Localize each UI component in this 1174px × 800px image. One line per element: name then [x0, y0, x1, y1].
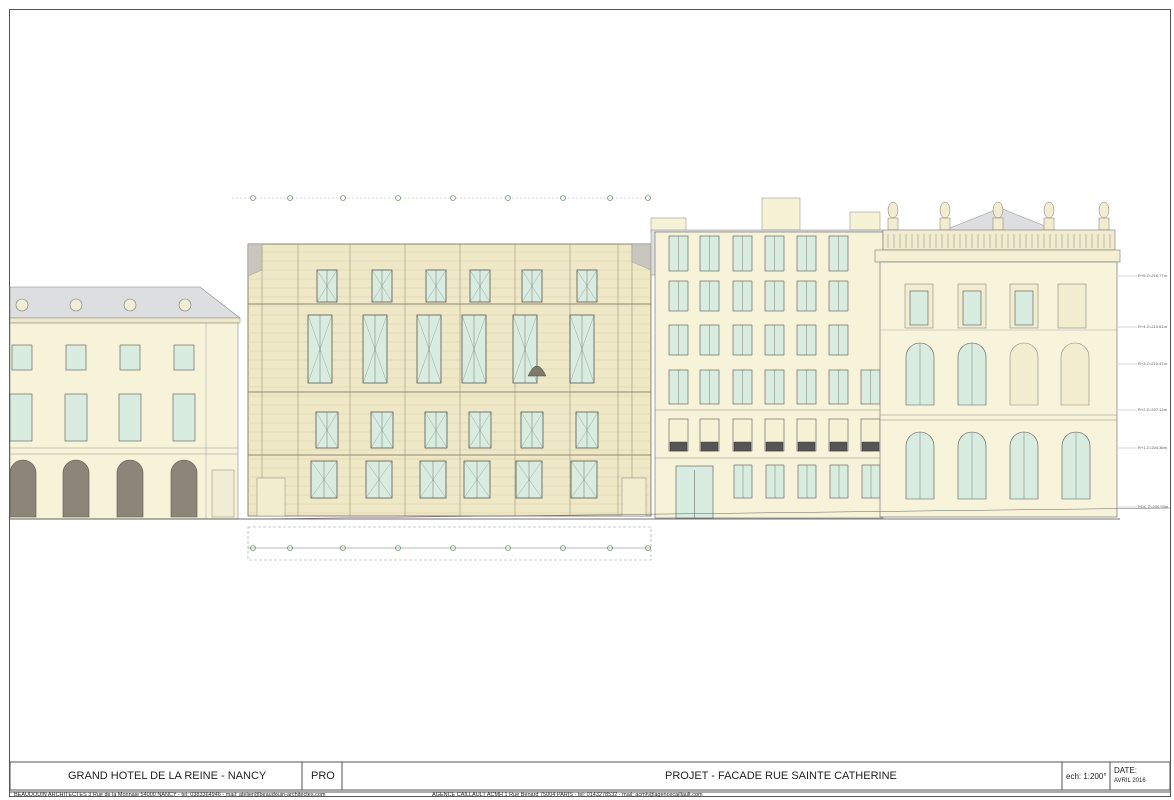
- sheet-title: PROJET - FACADE RUE SAINTE CATHERINE: [665, 770, 897, 782]
- level-label-r3: R+3 Z=210.47m: [1138, 361, 1167, 366]
- statue: [939, 201, 951, 219]
- left-building: [9, 286, 241, 520]
- drawing-sheet: GRAND HOTEL DE LA REINE - NANCY PRO PROJ…: [0, 0, 1174, 800]
- statue: [1043, 201, 1055, 219]
- architect-credit-1: BEAUDOUIN ARCHITECTES 3 Rue de la Monnai…: [14, 792, 326, 798]
- level-label-r5: R+5 Z=218.77m: [1138, 273, 1167, 278]
- level-label-rdc: RDC Z=200.93m: [1138, 504, 1169, 509]
- level-label-r4: R+4 Z=213.61m: [1138, 324, 1167, 329]
- statue: [992, 201, 1004, 219]
- architect-credit-2: AGENCE CAILLAULT ACMH 1 Rue Bénard 75004…: [432, 792, 703, 798]
- palace-window: [1014, 290, 1034, 326]
- scale-label: ech: 1:200°: [1066, 772, 1107, 781]
- date-value: AVRIL 2016: [1114, 778, 1146, 784]
- right-building-1: [650, 197, 884, 519]
- level-label-r2: R+2 Z=207.12m: [1138, 407, 1167, 412]
- statue: [1098, 201, 1110, 219]
- grid-axes-bottom: [247, 526, 652, 561]
- grid-axes-top: [232, 195, 651, 201]
- level-label-r1: R+1 Z=204.36m: [1138, 445, 1167, 450]
- palace-window: [909, 290, 929, 326]
- palace-window: [962, 290, 982, 326]
- phase-label: PRO: [311, 770, 335, 782]
- right-building-2: [874, 201, 1121, 518]
- date-label: DATE:: [1114, 766, 1137, 775]
- facade-elevation-drawing: [9, 9, 1171, 797]
- project-building: [232, 195, 652, 561]
- project-name: GRAND HOTEL DE LA REINE - NANCY: [68, 770, 267, 782]
- statue: [887, 201, 899, 219]
